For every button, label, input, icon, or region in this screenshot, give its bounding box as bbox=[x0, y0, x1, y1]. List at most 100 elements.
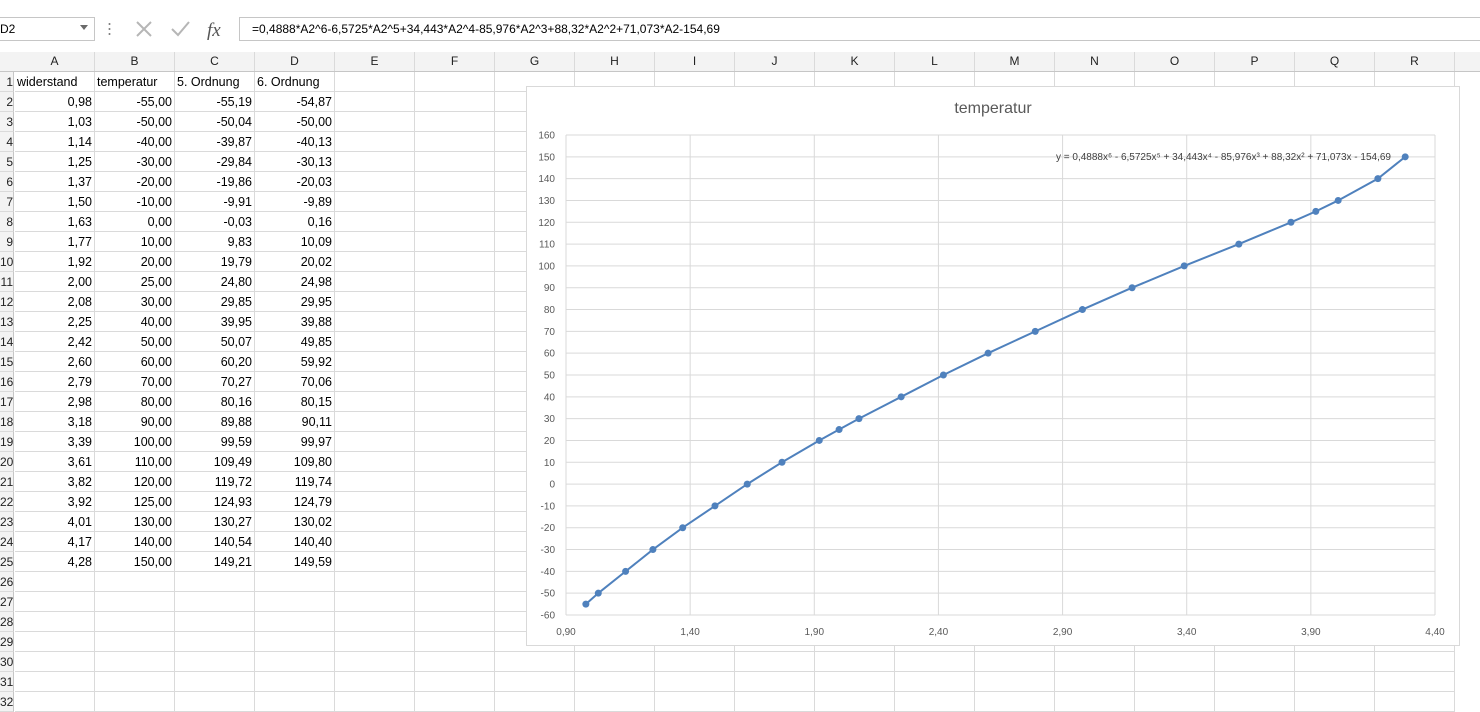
empty-cell[interactable] bbox=[335, 532, 415, 552]
table-cell[interactable]: 1,03 bbox=[15, 112, 95, 132]
empty-cell[interactable] bbox=[415, 532, 495, 552]
empty-cell[interactable] bbox=[335, 172, 415, 192]
row-header[interactable]: 17 bbox=[0, 392, 14, 412]
empty-cell[interactable] bbox=[1295, 672, 1375, 692]
empty-cell[interactable] bbox=[335, 272, 415, 292]
table-cell[interactable]: 2,25 bbox=[15, 312, 95, 332]
table-cell[interactable]: 29,95 bbox=[255, 292, 335, 312]
table-cell[interactable]: 80,15 bbox=[255, 392, 335, 412]
empty-cell[interactable] bbox=[15, 652, 95, 672]
empty-cell[interactable] bbox=[415, 592, 495, 612]
table-cell[interactable]: 70,00 bbox=[95, 372, 175, 392]
table-cell[interactable]: 130,02 bbox=[255, 512, 335, 532]
empty-cell[interactable] bbox=[335, 312, 415, 332]
row-header[interactable]: 7 bbox=[0, 192, 14, 212]
column-header-o[interactable]: O bbox=[1135, 52, 1215, 71]
empty-cell[interactable] bbox=[415, 512, 495, 532]
empty-cell[interactable] bbox=[255, 652, 335, 672]
table-cell[interactable]: 49,85 bbox=[255, 332, 335, 352]
empty-cell[interactable] bbox=[335, 72, 415, 92]
table-cell[interactable]: -40,13 bbox=[255, 132, 335, 152]
empty-cell[interactable] bbox=[415, 412, 495, 432]
empty-cell[interactable] bbox=[415, 232, 495, 252]
table-cell[interactable]: 119,74 bbox=[255, 472, 335, 492]
empty-cell[interactable] bbox=[1375, 692, 1455, 712]
insert-function-icon[interactable]: fx bbox=[204, 18, 234, 41]
table-cell[interactable]: 2,98 bbox=[15, 392, 95, 412]
table-cell[interactable]: -50,00 bbox=[95, 112, 175, 132]
table-cell[interactable]: 50,07 bbox=[175, 332, 255, 352]
row-header[interactable]: 23 bbox=[0, 512, 14, 532]
empty-cell[interactable] bbox=[15, 672, 95, 692]
empty-cell[interactable] bbox=[335, 692, 415, 712]
row-header[interactable]: 13 bbox=[0, 312, 14, 332]
empty-cell[interactable] bbox=[1135, 652, 1215, 672]
table-cell[interactable]: -50,04 bbox=[175, 112, 255, 132]
empty-cell[interactable] bbox=[335, 632, 415, 652]
empty-cell[interactable] bbox=[255, 592, 335, 612]
column-header-r[interactable]: R bbox=[1375, 52, 1455, 71]
table-cell[interactable]: 59,92 bbox=[255, 352, 335, 372]
empty-cell[interactable] bbox=[655, 652, 735, 672]
empty-cell[interactable] bbox=[415, 332, 495, 352]
empty-cell[interactable] bbox=[415, 552, 495, 572]
column-header-g[interactable]: G bbox=[495, 52, 575, 71]
empty-cell[interactable] bbox=[255, 612, 335, 632]
row-header[interactable]: 31 bbox=[0, 672, 14, 692]
header-cell[interactable]: 5. Ordnung bbox=[175, 72, 255, 92]
table-cell[interactable]: -20,03 bbox=[255, 172, 335, 192]
row-header[interactable]: 30 bbox=[0, 652, 14, 672]
row-header[interactable]: 24 bbox=[0, 532, 14, 552]
table-cell[interactable]: 140,40 bbox=[255, 532, 335, 552]
empty-cell[interactable] bbox=[975, 692, 1055, 712]
table-cell[interactable]: 2,00 bbox=[15, 272, 95, 292]
empty-cell[interactable] bbox=[15, 592, 95, 612]
empty-cell[interactable] bbox=[15, 612, 95, 632]
empty-cell[interactable] bbox=[575, 652, 655, 672]
empty-cell[interactable] bbox=[415, 472, 495, 492]
empty-cell[interactable] bbox=[15, 632, 95, 652]
table-cell[interactable]: 60,00 bbox=[95, 352, 175, 372]
table-cell[interactable]: 1,37 bbox=[15, 172, 95, 192]
empty-cell[interactable] bbox=[335, 652, 415, 672]
empty-cell[interactable] bbox=[335, 352, 415, 372]
row-header[interactable]: 22 bbox=[0, 492, 14, 512]
empty-cell[interactable] bbox=[415, 352, 495, 372]
table-cell[interactable]: 3,92 bbox=[15, 492, 95, 512]
header-cell[interactable]: widerstand bbox=[15, 72, 95, 92]
cancel-icon[interactable] bbox=[128, 18, 158, 40]
empty-cell[interactable] bbox=[1135, 672, 1215, 692]
empty-cell[interactable] bbox=[895, 672, 975, 692]
empty-cell[interactable] bbox=[415, 672, 495, 692]
empty-cell[interactable] bbox=[415, 372, 495, 392]
column-header-a[interactable]: A bbox=[15, 52, 95, 71]
empty-cell[interactable] bbox=[495, 692, 575, 712]
table-cell[interactable]: 100,00 bbox=[95, 432, 175, 452]
empty-cell[interactable] bbox=[1055, 692, 1135, 712]
empty-cell[interactable] bbox=[15, 572, 95, 592]
table-cell[interactable]: 29,85 bbox=[175, 292, 255, 312]
table-cell[interactable]: -40,00 bbox=[95, 132, 175, 152]
empty-cell[interactable] bbox=[895, 692, 975, 712]
table-cell[interactable]: 39,95 bbox=[175, 312, 255, 332]
empty-cell[interactable] bbox=[335, 672, 415, 692]
empty-cell[interactable] bbox=[415, 92, 495, 112]
empty-cell[interactable] bbox=[335, 332, 415, 352]
empty-cell[interactable] bbox=[415, 272, 495, 292]
empty-cell[interactable] bbox=[415, 192, 495, 212]
empty-cell[interactable] bbox=[335, 92, 415, 112]
empty-cell[interactable] bbox=[415, 432, 495, 452]
empty-cell[interactable] bbox=[655, 692, 735, 712]
row-header[interactable]: 6 bbox=[0, 172, 14, 192]
row-header[interactable]: 5 bbox=[0, 152, 14, 172]
row-header[interactable]: 21 bbox=[0, 472, 14, 492]
empty-cell[interactable] bbox=[335, 132, 415, 152]
empty-cell[interactable] bbox=[415, 392, 495, 412]
row-header[interactable]: 1 bbox=[0, 72, 14, 92]
table-cell[interactable]: 0,00 bbox=[95, 212, 175, 232]
empty-cell[interactable] bbox=[495, 672, 575, 692]
row-header[interactable]: 25 bbox=[0, 552, 14, 572]
table-cell[interactable]: 70,06 bbox=[255, 372, 335, 392]
row-header[interactable]: 18 bbox=[0, 412, 14, 432]
table-cell[interactable]: 19,79 bbox=[175, 252, 255, 272]
